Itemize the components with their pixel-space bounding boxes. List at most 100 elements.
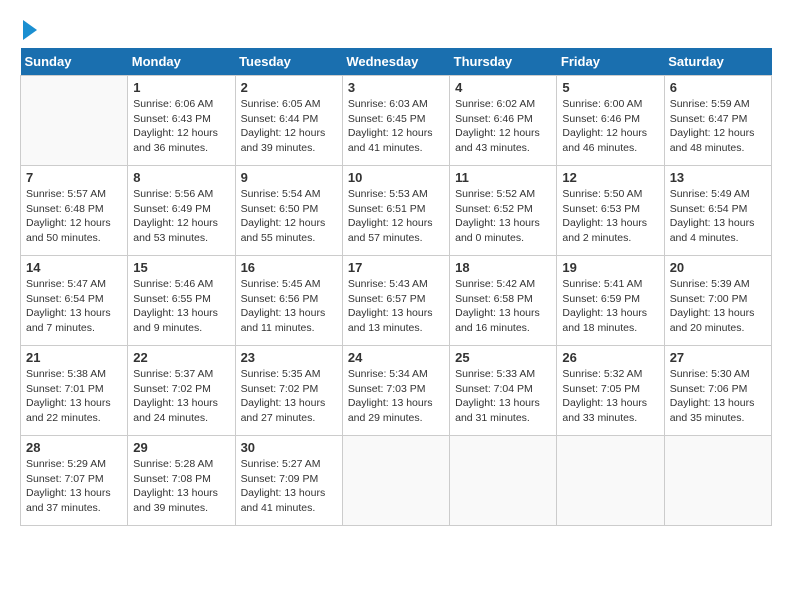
day-number: 5: [562, 80, 658, 95]
weekday-header-monday: Monday: [128, 48, 235, 76]
page-header: [20, 20, 772, 40]
calendar-cell: [557, 436, 664, 526]
day-number: 23: [241, 350, 337, 365]
calendar-week-row: 14 Sunrise: 5:47 AM Sunset: 6:54 PM Dayli…: [21, 256, 772, 346]
day-info: Sunrise: 6:05 AM Sunset: 6:44 PM Dayligh…: [241, 97, 337, 156]
calendar-table: SundayMondayTuesdayWednesdayThursdayFrid…: [20, 48, 772, 526]
day-info: Sunrise: 5:27 AM Sunset: 7:09 PM Dayligh…: [241, 457, 337, 516]
day-info: Sunrise: 6:02 AM Sunset: 6:46 PM Dayligh…: [455, 97, 551, 156]
day-info: Sunrise: 5:54 AM Sunset: 6:50 PM Dayligh…: [241, 187, 337, 246]
calendar-week-row: 21Sunrise: 5:38 AM Sunset: 7:01 PM Dayli…: [21, 346, 772, 436]
day-info: Sunrise: 5:57 AM Sunset: 6:48 PM Dayligh…: [26, 187, 122, 246]
day-info: Sunrise: 5:56 AM Sunset: 6:49 PM Dayligh…: [133, 187, 229, 246]
calendar-cell: 9 Sunrise: 5:54 AM Sunset: 6:50 PM Daylig…: [235, 166, 342, 256]
calendar-cell: 3 Sunrise: 6:03 AM Sunset: 6:45 PM Daylig…: [342, 76, 449, 166]
calendar-cell: 10 Sunrise: 5:53 AM Sunset: 6:51 PM Dayli…: [342, 166, 449, 256]
day-info: Sunrise: 5:39 AM Sunset: 7:00 PM Dayligh…: [670, 277, 766, 336]
calendar-cell: 23Sunrise: 5:35 AM Sunset: 7:02 PM Dayli…: [235, 346, 342, 436]
calendar-cell: [21, 76, 128, 166]
day-number: 20: [670, 260, 766, 275]
calendar-cell: 2 Sunrise: 6:05 AM Sunset: 6:44 PM Daylig…: [235, 76, 342, 166]
calendar-week-row: 7 Sunrise: 5:57 AM Sunset: 6:48 PM Daylig…: [21, 166, 772, 256]
day-number: 1: [133, 80, 229, 95]
day-number: 27: [670, 350, 766, 365]
day-number: 16: [241, 260, 337, 275]
day-number: 30: [241, 440, 337, 455]
day-number: 28: [26, 440, 122, 455]
day-number: 26: [562, 350, 658, 365]
day-number: 6: [670, 80, 766, 95]
calendar-header-row: SundayMondayTuesdayWednesdayThursdayFrid…: [21, 48, 772, 76]
calendar-week-row: 28Sunrise: 5:29 AM Sunset: 7:07 PM Dayli…: [21, 436, 772, 526]
day-number: 18: [455, 260, 551, 275]
weekday-header-sunday: Sunday: [21, 48, 128, 76]
calendar-cell: 12Sunrise: 5:50 AM Sunset: 6:53 PM Dayli…: [557, 166, 664, 256]
weekday-header-tuesday: Tuesday: [235, 48, 342, 76]
calendar-cell: 30 Sunrise: 5:27 AM Sunset: 7:09 PM Dayli…: [235, 436, 342, 526]
day-number: 29: [133, 440, 229, 455]
calendar-cell: 1Sunrise: 6:06 AM Sunset: 6:43 PM Daylig…: [128, 76, 235, 166]
weekday-header-saturday: Saturday: [664, 48, 771, 76]
calendar-cell: 19 Sunrise: 5:41 AM Sunset: 6:59 PM Dayli…: [557, 256, 664, 346]
calendar-cell: 4Sunrise: 6:02 AM Sunset: 6:46 PM Daylig…: [450, 76, 557, 166]
day-info: Sunrise: 5:38 AM Sunset: 7:01 PM Dayligh…: [26, 367, 122, 426]
calendar-cell: [342, 436, 449, 526]
day-info: Sunrise: 5:45 AM Sunset: 6:56 PM Dayligh…: [241, 277, 337, 336]
calendar-cell: [664, 436, 771, 526]
day-number: 14: [26, 260, 122, 275]
calendar-cell: 21Sunrise: 5:38 AM Sunset: 7:01 PM Dayli…: [21, 346, 128, 436]
day-info: Sunrise: 5:43 AM Sunset: 6:57 PM Dayligh…: [348, 277, 444, 336]
calendar-cell: 7 Sunrise: 5:57 AM Sunset: 6:48 PM Daylig…: [21, 166, 128, 256]
calendar-cell: 5 Sunrise: 6:00 AM Sunset: 6:46 PM Daylig…: [557, 76, 664, 166]
calendar-cell: 27 Sunrise: 5:30 AM Sunset: 7:06 PM Dayli…: [664, 346, 771, 436]
day-number: 19: [562, 260, 658, 275]
day-info: Sunrise: 5:47 AM Sunset: 6:54 PM Dayligh…: [26, 277, 122, 336]
calendar-cell: 16 Sunrise: 5:45 AM Sunset: 6:56 PM Dayli…: [235, 256, 342, 346]
day-number: 22: [133, 350, 229, 365]
calendar-cell: 26 Sunrise: 5:32 AM Sunset: 7:05 PM Dayli…: [557, 346, 664, 436]
logo: [20, 20, 37, 40]
day-info: Sunrise: 5:28 AM Sunset: 7:08 PM Dayligh…: [133, 457, 229, 516]
calendar-cell: 25 Sunrise: 5:33 AM Sunset: 7:04 PM Dayli…: [450, 346, 557, 436]
day-info: Sunrise: 5:53 AM Sunset: 6:51 PM Dayligh…: [348, 187, 444, 246]
calendar-cell: 20 Sunrise: 5:39 AM Sunset: 7:00 PM Dayli…: [664, 256, 771, 346]
day-info: Sunrise: 5:52 AM Sunset: 6:52 PM Dayligh…: [455, 187, 551, 246]
calendar-cell: 18Sunrise: 5:42 AM Sunset: 6:58 PM Dayli…: [450, 256, 557, 346]
day-number: 11: [455, 170, 551, 185]
day-number: 3: [348, 80, 444, 95]
day-number: 10: [348, 170, 444, 185]
day-number: 8: [133, 170, 229, 185]
day-info: Sunrise: 5:46 AM Sunset: 6:55 PM Dayligh…: [133, 277, 229, 336]
day-number: 9: [241, 170, 337, 185]
day-info: Sunrise: 6:03 AM Sunset: 6:45 PM Dayligh…: [348, 97, 444, 156]
weekday-header-thursday: Thursday: [450, 48, 557, 76]
day-info: Sunrise: 6:00 AM Sunset: 6:46 PM Dayligh…: [562, 97, 658, 156]
day-number: 25: [455, 350, 551, 365]
day-info: Sunrise: 5:49 AM Sunset: 6:54 PM Dayligh…: [670, 187, 766, 246]
day-info: Sunrise: 5:33 AM Sunset: 7:04 PM Dayligh…: [455, 367, 551, 426]
calendar-cell: 22 Sunrise: 5:37 AM Sunset: 7:02 PM Dayli…: [128, 346, 235, 436]
calendar-cell: 28Sunrise: 5:29 AM Sunset: 7:07 PM Dayli…: [21, 436, 128, 526]
day-number: 7: [26, 170, 122, 185]
day-number: 15: [133, 260, 229, 275]
calendar-cell: 11 Sunrise: 5:52 AM Sunset: 6:52 PM Dayli…: [450, 166, 557, 256]
day-info: Sunrise: 5:34 AM Sunset: 7:03 PM Dayligh…: [348, 367, 444, 426]
calendar-cell: 8 Sunrise: 5:56 AM Sunset: 6:49 PM Daylig…: [128, 166, 235, 256]
day-info: Sunrise: 5:37 AM Sunset: 7:02 PM Dayligh…: [133, 367, 229, 426]
day-info: Sunrise: 5:50 AM Sunset: 6:53 PM Dayligh…: [562, 187, 658, 246]
calendar-cell: 13 Sunrise: 5:49 AM Sunset: 6:54 PM Dayli…: [664, 166, 771, 256]
day-number: 13: [670, 170, 766, 185]
day-info: Sunrise: 5:41 AM Sunset: 6:59 PM Dayligh…: [562, 277, 658, 336]
calendar-cell: 24 Sunrise: 5:34 AM Sunset: 7:03 PM Dayli…: [342, 346, 449, 436]
logo-arrow-icon: [23, 20, 37, 40]
weekday-header-wednesday: Wednesday: [342, 48, 449, 76]
weekday-header-friday: Friday: [557, 48, 664, 76]
day-info: Sunrise: 5:32 AM Sunset: 7:05 PM Dayligh…: [562, 367, 658, 426]
day-info: Sunrise: 5:59 AM Sunset: 6:47 PM Dayligh…: [670, 97, 766, 156]
calendar-cell: 15 Sunrise: 5:46 AM Sunset: 6:55 PM Dayli…: [128, 256, 235, 346]
day-number: 2: [241, 80, 337, 95]
day-number: 24: [348, 350, 444, 365]
day-info: Sunrise: 5:30 AM Sunset: 7:06 PM Dayligh…: [670, 367, 766, 426]
calendar-cell: [450, 436, 557, 526]
calendar-cell: 29 Sunrise: 5:28 AM Sunset: 7:08 PM Dayli…: [128, 436, 235, 526]
